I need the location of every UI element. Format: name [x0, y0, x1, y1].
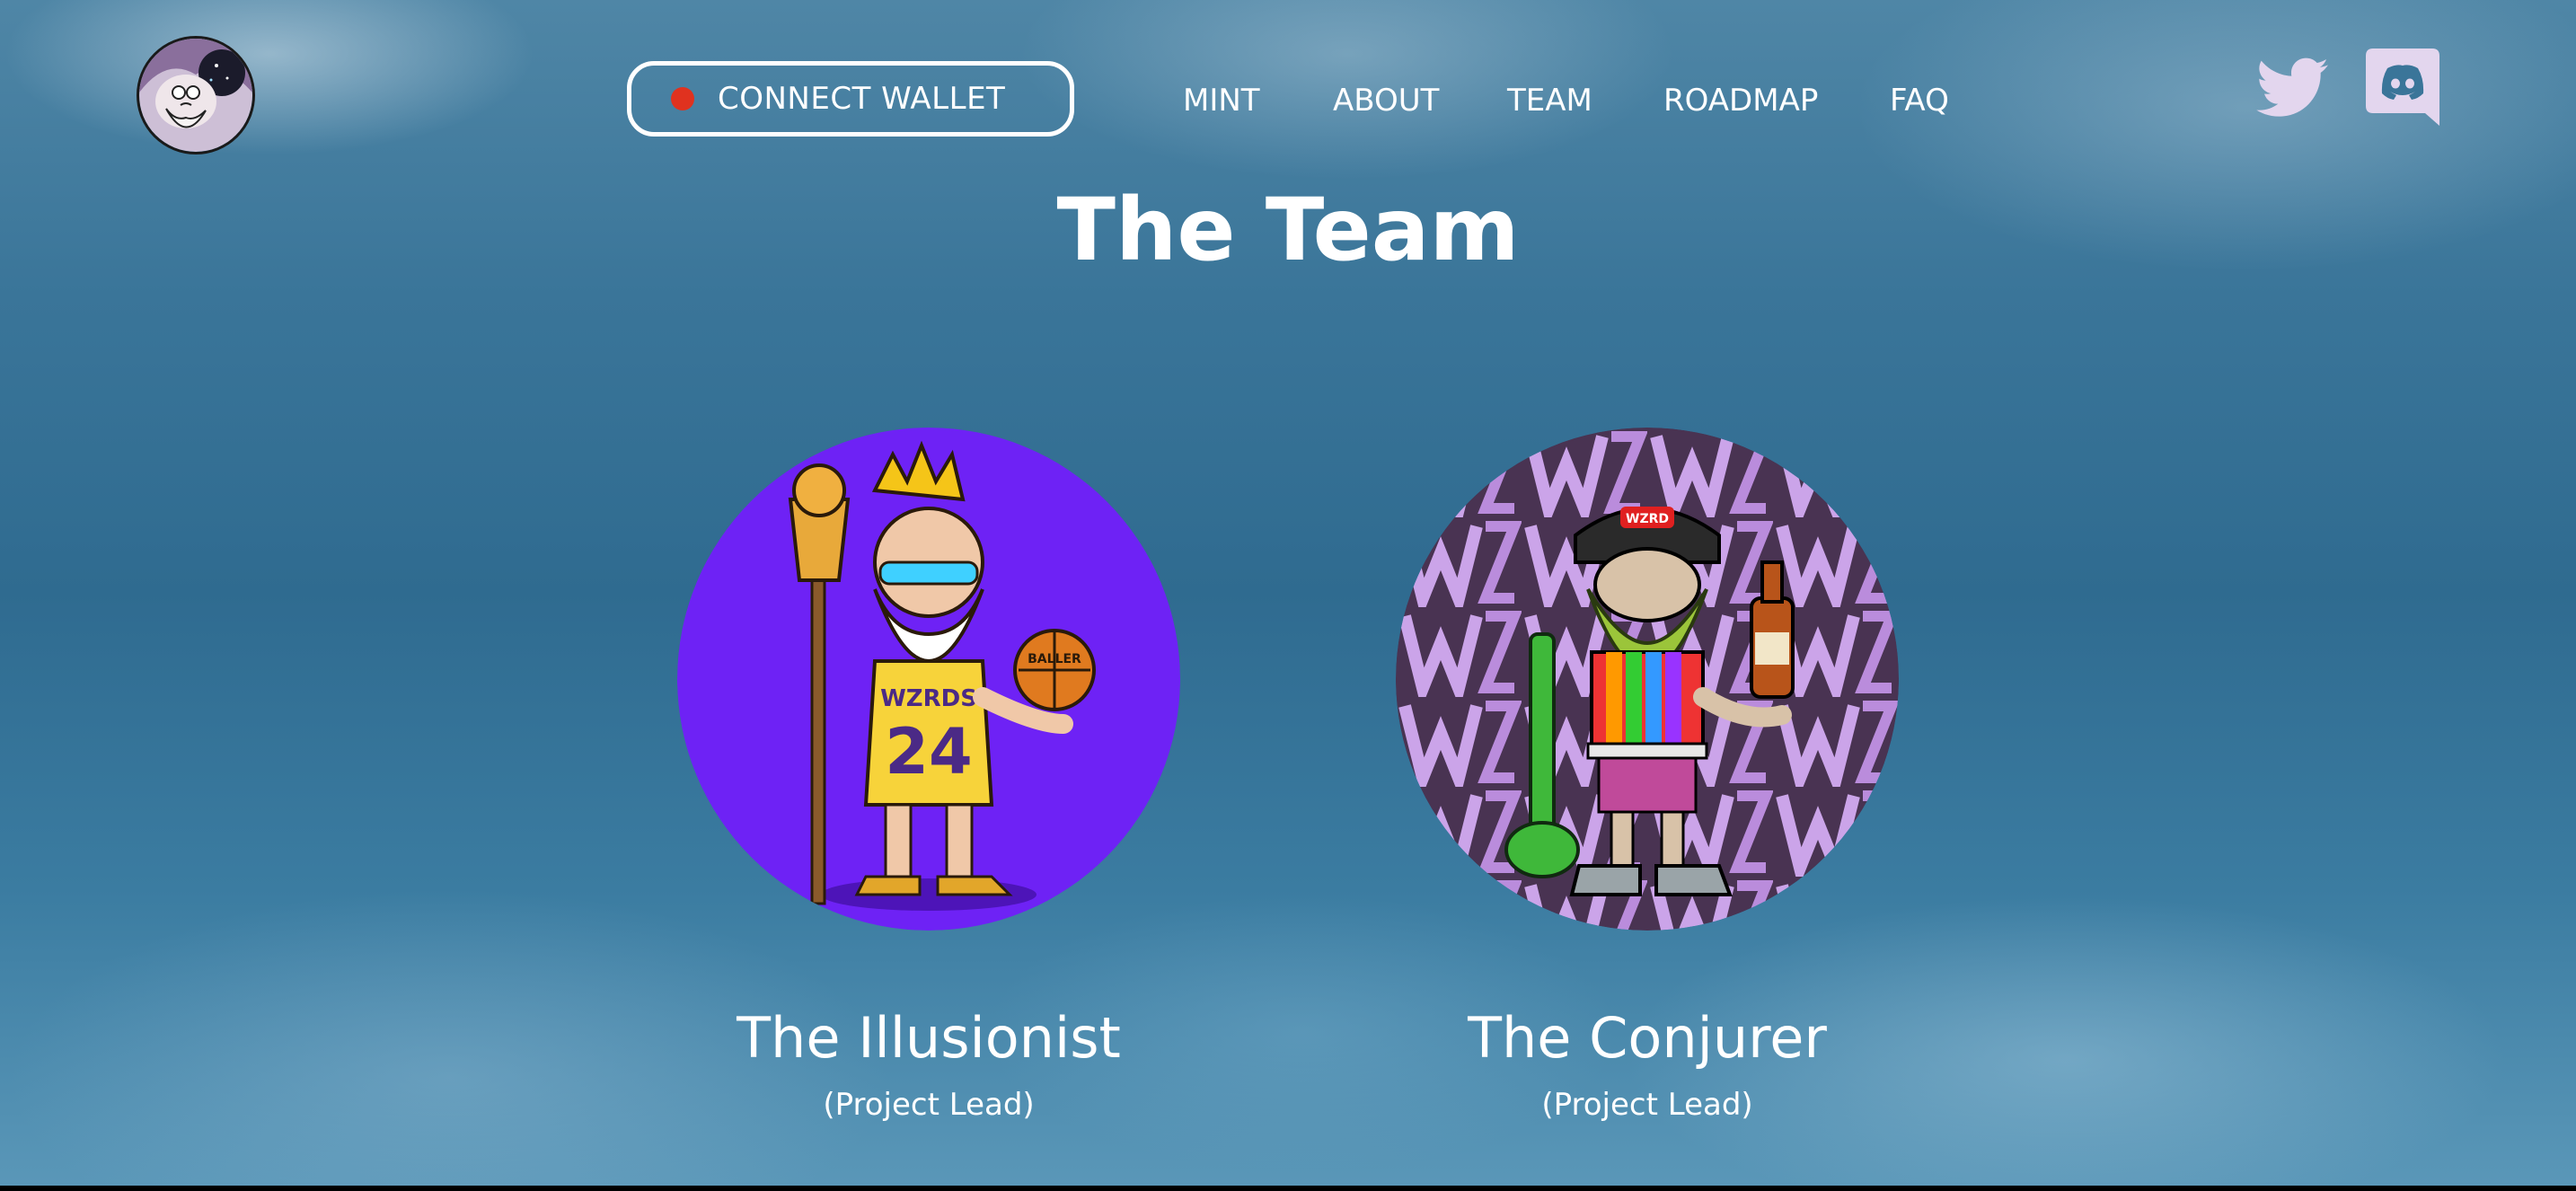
member-name: The Conjurer [1468, 1005, 1827, 1071]
connect-wallet-button[interactable]: CONNECT WALLET [627, 61, 1074, 137]
twitter-link[interactable] [2256, 57, 2328, 124]
discord-icon [2366, 49, 2439, 126]
illusionist-avatar-image: WZRDS 24 BALLER [677, 428, 1180, 931]
team-member-card: WZRDS 24 BALLER The Illusionist (Project… [677, 428, 1180, 1125]
wizard-logo[interactable] [137, 36, 255, 154]
member-avatar: WZRD [1396, 428, 1899, 931]
nav-mint[interactable]: MINT [1183, 74, 1260, 128]
jersey-number: 24 [885, 715, 972, 789]
member-role: (Project Lead) [1541, 1087, 1753, 1123]
twitter-icon [2256, 57, 2328, 117]
discord-link[interactable] [2366, 49, 2439, 129]
cap-text: WZRD [1626, 512, 1669, 526]
team-page: CONNECT WALLET MINT ABOUT TEAM ROADMAP F… [0, 0, 2576, 1186]
conjurer-avatar-image: WZRD [1396, 428, 1899, 931]
member-avatar: WZRDS 24 BALLER [677, 428, 1180, 931]
nav-roadmap[interactable]: ROADMAP [1663, 74, 1818, 128]
wallet-status-dot [671, 87, 694, 110]
member-role: (Project Lead) [823, 1087, 1035, 1123]
member-name: The Illusionist [737, 1005, 1121, 1071]
page-title: The Team [1056, 180, 1520, 280]
nav-faq[interactable]: FAQ [1890, 74, 1949, 128]
ball-text: BALLER [1028, 652, 1081, 666]
nav-about[interactable]: ABOUT [1333, 74, 1439, 128]
connect-wallet-label: CONNECT WALLET [718, 81, 1006, 117]
jersey-text: WZRDS [880, 685, 977, 712]
wizard-logo-icon [139, 39, 252, 152]
team-member-card: WZRD The Conjurer (Project Lead) [1396, 428, 1899, 1125]
nav-team[interactable]: TEAM [1507, 74, 1592, 128]
